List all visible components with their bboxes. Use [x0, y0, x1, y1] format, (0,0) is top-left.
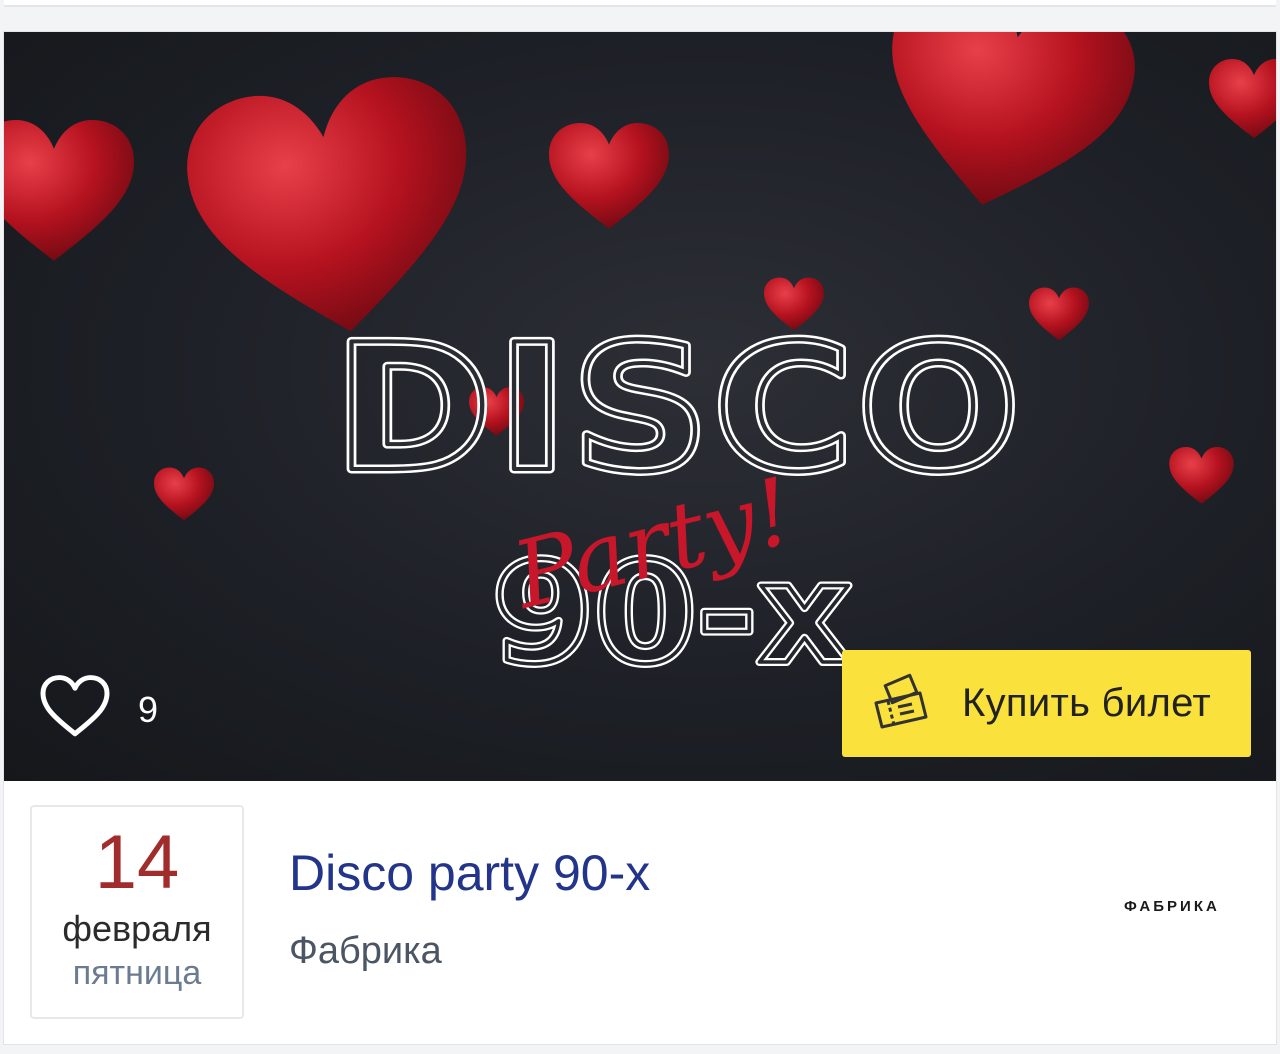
event-title-link[interactable]: Disco party 90-х — [289, 844, 650, 902]
date-day: 14 — [94, 820, 180, 905]
like-control[interactable]: 9 — [38, 674, 158, 738]
event-poster[interactable]: DISCO DISCO DISCO 90-x 90-x Party! 9 — [4, 32, 1276, 781]
ticket-icon — [874, 673, 928, 728]
venue-logo[interactable]: ФАБРИКА — [1124, 898, 1220, 915]
event-card: DISCO DISCO DISCO 90-x 90-x Party! 9 — [4, 32, 1276, 1044]
event-venue[interactable]: Фабрика — [289, 930, 442, 973]
event-date: 14 февраля пятница — [30, 805, 244, 1019]
heart-outline-icon[interactable] — [38, 674, 112, 738]
date-month: февраля — [62, 908, 212, 949]
like-count: 9 — [138, 689, 159, 730]
previous-card-edge — [4, 0, 1276, 7]
buy-ticket-label: Купить билет — [962, 681, 1212, 725]
heart-decoration — [4, 120, 134, 261]
buy-ticket-button[interactable]: Купить билет — [842, 650, 1251, 757]
date-weekday: пятница — [72, 953, 202, 992]
